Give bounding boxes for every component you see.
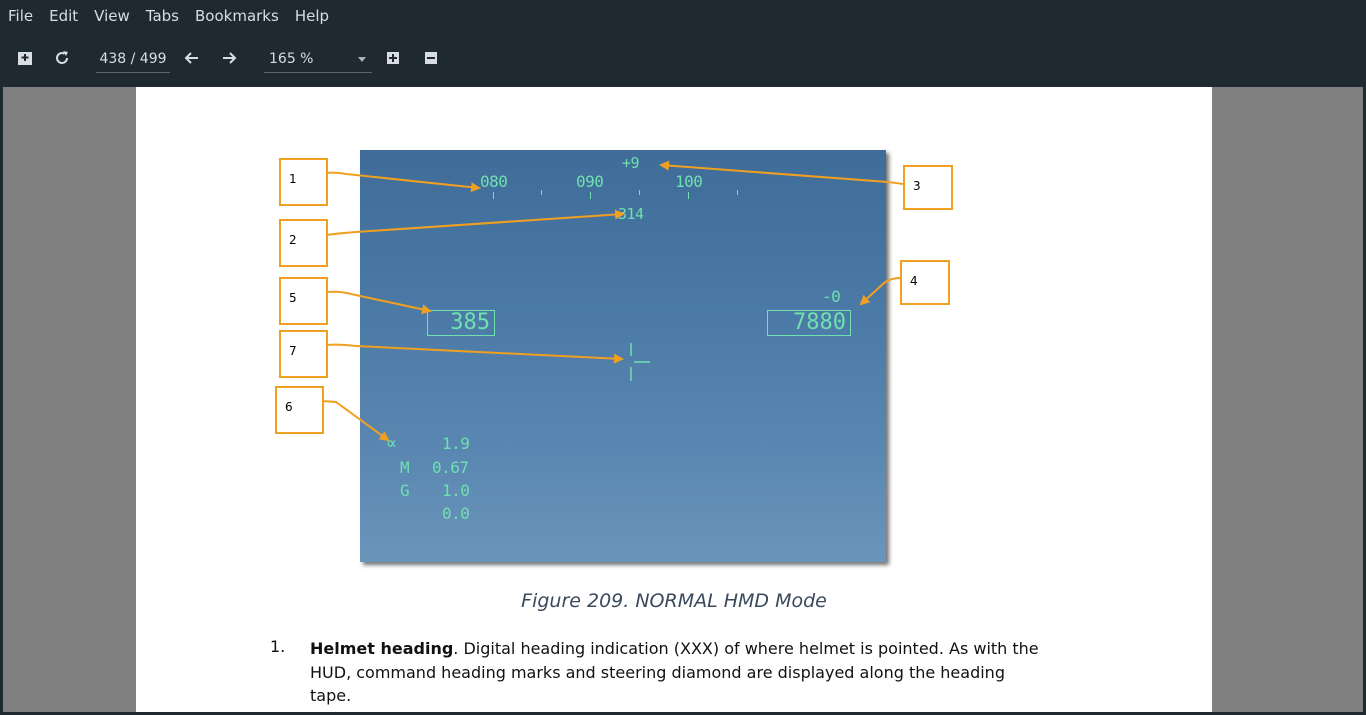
reload-button[interactable]: [49, 45, 75, 71]
document-page: 080 090 100 +9 314 385 -0 7880 ∝ 1.9 M 0…: [136, 87, 1212, 712]
zoom-out-icon: [425, 52, 437, 64]
chevron-down-icon: [358, 57, 366, 62]
bookmark-add-icon: [18, 52, 32, 65]
add-bookmark-button[interactable]: [12, 45, 38, 71]
document-viewer[interactable]: 080 090 100 +9 314 385 -0 7880 ∝ 1.9 M 0…: [3, 87, 1363, 712]
menu-bar: File Edit View Tabs Bookmarks Help: [0, 0, 1366, 32]
menu-edit[interactable]: Edit: [41, 0, 86, 32]
menu-help[interactable]: Help: [287, 0, 337, 32]
callout-arrows: [321, 160, 904, 442]
arrow-left-icon: [184, 52, 198, 64]
list-item-number: 1.: [270, 637, 286, 656]
figure-caption: Figure 209. NORMAL HMD Mode: [521, 590, 827, 612]
list-item: Helmet heading. Digital heading indicati…: [310, 637, 1040, 708]
zoom-select[interactable]: 165 %: [264, 46, 372, 73]
next-page-button[interactable]: [216, 45, 242, 71]
reload-icon: [56, 51, 69, 64]
zoom-in-icon: [387, 52, 399, 64]
arrow-right-icon: [223, 52, 237, 64]
menu-bookmarks[interactable]: Bookmarks: [187, 0, 287, 32]
zoom-value: 165 %: [269, 51, 314, 67]
list-item-term: Helmet heading: [310, 639, 454, 658]
page-number-field[interactable]: 438 / 499: [96, 46, 170, 73]
menu-file[interactable]: File: [0, 0, 41, 32]
zoom-out-button[interactable]: [418, 45, 444, 71]
zoom-in-button[interactable]: [380, 45, 406, 71]
menu-tabs[interactable]: Tabs: [138, 0, 187, 32]
previous-page-button[interactable]: [179, 45, 205, 71]
menu-view[interactable]: View: [86, 0, 138, 32]
